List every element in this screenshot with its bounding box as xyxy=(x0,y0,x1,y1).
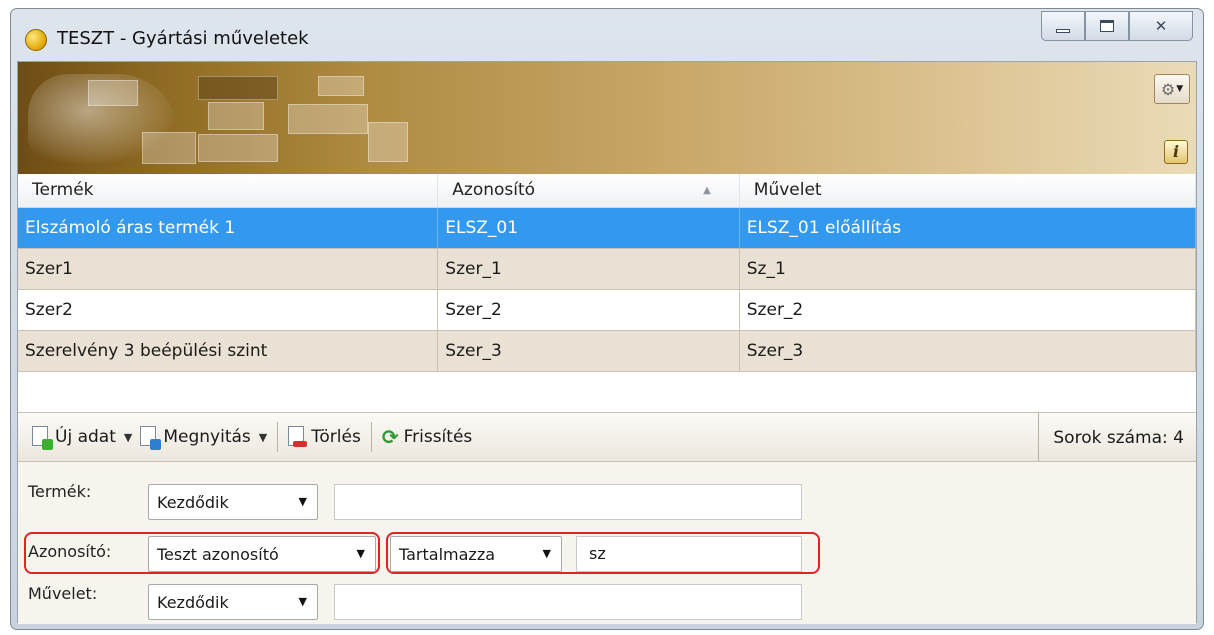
toolbar-separator xyxy=(370,422,372,452)
column-header-label: Azonosító xyxy=(452,180,536,200)
refresh-icon: ⟳ xyxy=(381,425,399,449)
close-icon: ✕ xyxy=(1154,17,1168,35)
table-row[interactable]: Szerelvény 3 beépülési szint Szer_3 Szer… xyxy=(18,331,1196,372)
open-button[interactable]: Megnyitás ▼ xyxy=(136,419,271,455)
banner-tile xyxy=(318,76,364,96)
data-grid: Termék Azonosító ▲ Művelet Elszámoló áras… xyxy=(18,174,1196,412)
row-count-label: Sorok száma: xyxy=(1053,428,1168,448)
toolbar-separator xyxy=(277,422,279,452)
chevron-down-icon: ▼ xyxy=(356,547,365,560)
chevron-down-icon: ▼ xyxy=(123,430,133,444)
row-count-value: 4 xyxy=(1173,428,1184,448)
cell-product: Szer2 xyxy=(18,290,439,330)
product-filter-label: Termék: xyxy=(28,482,92,501)
window-controls: ✕ xyxy=(1041,11,1193,41)
chevron-down-icon: ▼ xyxy=(298,595,307,608)
column-header-operation[interactable]: Művelet xyxy=(740,174,1196,207)
cell-product: Szer1 xyxy=(18,249,439,289)
chevron-down-icon: ▼ xyxy=(542,547,551,560)
app-window: TESZT - Gyártási műveletek ✕ ⚙ ▼ i Termé… xyxy=(10,8,1204,630)
row-count-display: Sorok száma: 4 xyxy=(1038,413,1184,463)
cell-operation: Sz_1 xyxy=(740,249,1196,289)
refresh-label: Frissítés xyxy=(403,427,473,447)
minimize-icon xyxy=(1056,29,1070,33)
grid-header: Termék Azonosító ▲ Művelet xyxy=(18,174,1196,208)
maximize-icon xyxy=(1100,20,1114,32)
chevron-down-icon: ▼ xyxy=(298,495,307,508)
cell-identifier: Szer_2 xyxy=(438,290,740,330)
column-header-product[interactable]: Termék xyxy=(18,174,439,207)
new-record-button[interactable]: Új adat ▼ xyxy=(28,419,136,455)
banner-tile xyxy=(88,80,138,106)
identifier-filter-mode-value: Tartalmazza xyxy=(399,544,496,564)
banner-tile xyxy=(368,122,408,162)
app-icon xyxy=(25,29,47,51)
info-button[interactable]: i xyxy=(1164,140,1188,164)
product-filter-mode-value: Kezdődik xyxy=(157,492,229,512)
window-title: TESZT - Gyártási műveletek xyxy=(57,28,309,49)
operation-filter-mode-select[interactable]: Kezdődik ▼ xyxy=(148,584,318,620)
chevron-down-icon: ▼ xyxy=(1176,84,1184,94)
sort-ascending-icon: ▲ xyxy=(703,185,711,196)
cell-operation: ELSZ_01 előállítás xyxy=(740,208,1196,248)
cell-product: Szerelvény 3 beépülési szint xyxy=(18,331,439,371)
maximize-button[interactable] xyxy=(1085,11,1129,41)
client-area: ⚙ ▼ i Termék Azonosító ▲ Művelet Elszámoló… xyxy=(17,61,1197,624)
identifier-field-value: Teszt azonosító xyxy=(157,544,279,564)
column-header-identifier[interactable]: Azonosító ▲ xyxy=(438,174,740,207)
banner-tile xyxy=(288,104,368,134)
refresh-button[interactable]: ⟳ Frissítés xyxy=(378,419,476,455)
banner-tile xyxy=(198,134,278,162)
identifier-filter-label: Azonosító: xyxy=(28,542,112,561)
delete-button[interactable]: Törlés xyxy=(284,419,365,455)
cell-product: Elszámoló áras termék 1 xyxy=(18,208,439,248)
open-document-icon xyxy=(140,426,162,450)
operation-filter-input[interactable] xyxy=(334,584,802,620)
new-document-icon xyxy=(32,426,53,450)
banner-tile xyxy=(142,132,196,164)
delete-document-icon xyxy=(288,426,308,448)
banner-tile xyxy=(208,102,264,130)
operation-filter-mode-value: Kezdődik xyxy=(157,592,229,612)
open-label: Megnyitás xyxy=(163,427,251,447)
banner-tile xyxy=(198,76,278,100)
cell-identifier: Szer_3 xyxy=(438,331,740,371)
filter-panel: Termék: Kezdődik ▼ Azonosító: Teszt azon… xyxy=(18,462,1196,624)
operation-filter-label: Művelet: xyxy=(28,584,98,603)
toolbar: Új adat ▼ Megnyitás ▼ Törlés ⟳ Frissítés… xyxy=(18,412,1196,463)
title-bar: TESZT - Gyártási műveletek ✕ xyxy=(11,9,1203,61)
delete-label: Törlés xyxy=(311,427,361,447)
cell-identifier: ELSZ_01 xyxy=(438,208,740,248)
identifier-field-select[interactable]: Teszt azonosító ▼ xyxy=(148,536,376,572)
table-row[interactable]: Elszámoló áras termék 1 ELSZ_01 ELSZ_01 … xyxy=(18,208,1196,249)
close-button[interactable]: ✕ xyxy=(1129,11,1193,41)
product-filter-mode-select[interactable]: Kezdődik ▼ xyxy=(148,484,318,520)
column-header-label: Termék xyxy=(32,180,94,200)
cell-identifier: Szer_1 xyxy=(438,249,740,289)
chevron-down-icon: ▼ xyxy=(258,430,268,444)
column-header-label: Művelet xyxy=(753,180,822,200)
table-row[interactable]: Szer1 Szer_1 Sz_1 xyxy=(18,249,1196,290)
product-filter-input[interactable] xyxy=(334,484,802,520)
table-row[interactable]: Szer2 Szer_2 Szer_2 xyxy=(18,290,1196,331)
minimize-button[interactable] xyxy=(1041,11,1085,41)
header-banner: ⚙ ▼ i xyxy=(18,62,1196,174)
identifier-filter-mode-select[interactable]: Tartalmazza ▼ xyxy=(390,536,562,572)
settings-button[interactable]: ⚙ ▼ xyxy=(1154,74,1190,104)
cell-operation: Szer_2 xyxy=(740,290,1196,330)
identifier-filter-input[interactable]: sz xyxy=(576,536,802,572)
new-record-label: Új adat xyxy=(55,427,116,447)
cell-operation: Szer_3 xyxy=(740,331,1196,371)
gear-icon: ⚙ xyxy=(1160,79,1176,99)
